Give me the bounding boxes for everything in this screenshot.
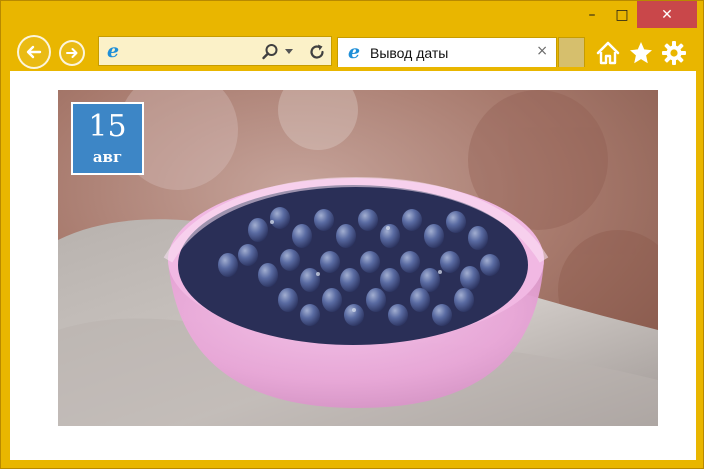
arrow-right-icon [66, 48, 78, 58]
tab-title: Вывод даты [370, 45, 449, 61]
date-badge: 15 авг [71, 102, 144, 175]
close-icon: ✕ [661, 6, 673, 23]
ie-logo-icon: e [106, 40, 120, 62]
arrow-left-icon [26, 45, 42, 59]
favorites-button[interactable] [627, 39, 655, 67]
refresh-icon[interactable] [307, 42, 327, 62]
new-tab-button[interactable] [558, 37, 585, 67]
back-button[interactable] [17, 35, 51, 69]
tab-active[interactable]: e Вывод даты × [337, 37, 557, 67]
star-icon [630, 42, 652, 64]
maximize-icon: □ [615, 6, 629, 23]
home-button[interactable] [594, 39, 622, 67]
search-icon[interactable] [261, 43, 279, 61]
date-day: 15 [88, 109, 127, 144]
minimize-icon: – [588, 6, 596, 23]
browser-window: – □ ✕ e e Вывод даты × 15 авг [0, 0, 704, 469]
home-icon [596, 41, 620, 65]
address-bar[interactable]: e [98, 36, 332, 66]
gear-icon [662, 41, 686, 65]
maximize-button[interactable]: □ [607, 1, 637, 28]
close-window-button[interactable]: ✕ [637, 1, 697, 28]
browser-toolbar: e e Вывод даты × [1, 33, 703, 71]
settings-button[interactable] [660, 39, 688, 67]
page-content: 15 авг [10, 71, 696, 460]
ie-tab-icon: e [347, 41, 361, 63]
photo-illustration [58, 90, 658, 426]
chevron-down-icon[interactable] [285, 49, 293, 54]
blueberry-bowl-photo: 15 авг [58, 90, 658, 426]
date-month: авг [92, 148, 123, 166]
tab-close-button[interactable]: × [536, 43, 548, 59]
minimize-button[interactable]: – [577, 1, 607, 28]
forward-button[interactable] [59, 40, 85, 66]
